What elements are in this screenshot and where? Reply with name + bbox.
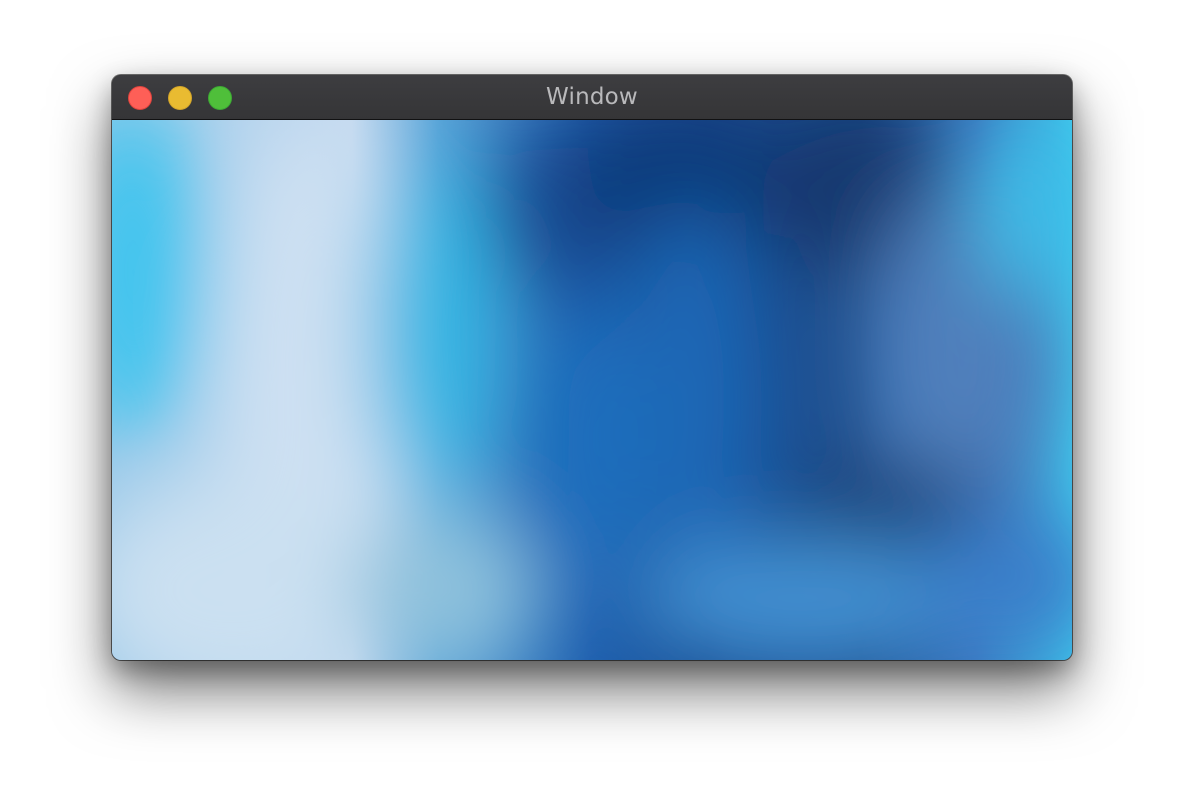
desktop: Window <box>0 0 1184 808</box>
window-title: Window <box>546 84 638 110</box>
blurred-background-image <box>112 120 1072 660</box>
app-window: Window <box>112 75 1072 660</box>
window-content <box>112 120 1072 660</box>
title-bar[interactable]: Window <box>112 75 1072 120</box>
